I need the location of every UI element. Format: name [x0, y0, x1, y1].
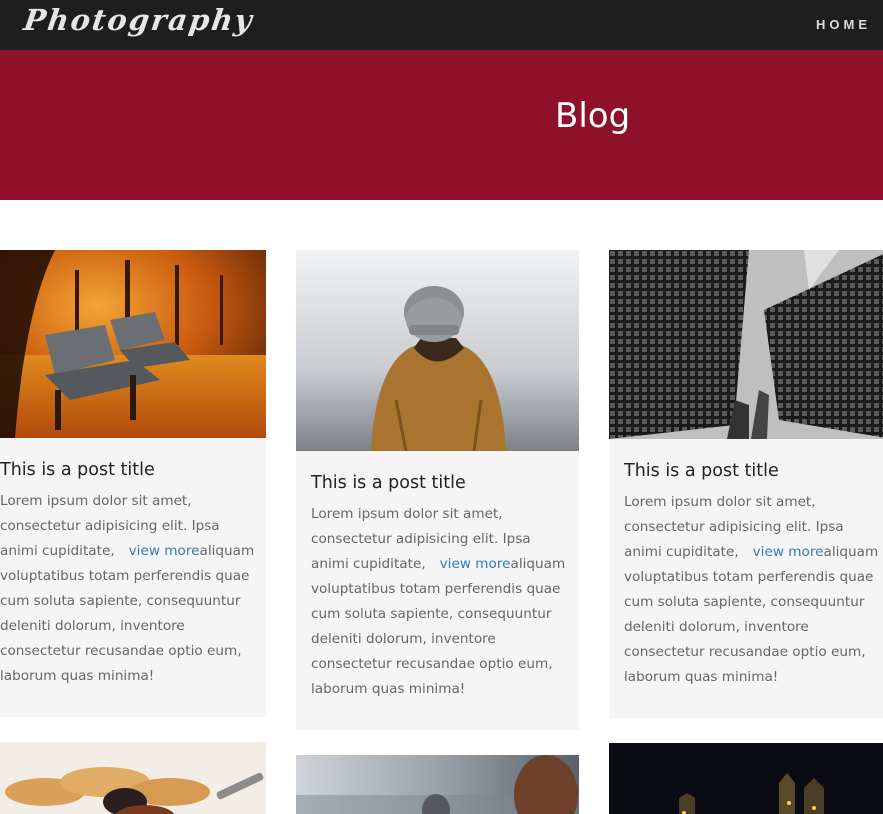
- view-more-link[interactable]: view more: [753, 544, 824, 560]
- nav-link-home[interactable]: HOME: [816, 17, 871, 32]
- excerpt-text: aliquam voluptatibus totam perferendis q…: [311, 556, 566, 697]
- excerpt-text: aliquam voluptatibus totam perferendis q…: [624, 544, 879, 685]
- blog-post-card: [609, 743, 883, 814]
- blog-post-card: [0, 742, 266, 814]
- blog-post-card: This is a post title Lorem ipsum dolor s…: [296, 250, 579, 730]
- skyscrapers-photo[interactable]: [609, 250, 883, 439]
- post-excerpt: Lorem ipsum dolor sit amet, consectetur …: [0, 489, 258, 689]
- view-more-link[interactable]: view more: [129, 543, 200, 559]
- post-title[interactable]: This is a post title: [0, 460, 258, 480]
- crackers-food-photo[interactable]: [0, 742, 266, 814]
- hero-banner: Blog: [0, 50, 883, 200]
- post-content: This is a post title Lorem ipsum dolor s…: [0, 460, 258, 689]
- post-content: This is a post title Lorem ipsum dolor s…: [311, 473, 571, 702]
- autumn-park-bench-photo[interactable]: [0, 250, 266, 438]
- airplane-cabin-photo[interactable]: [296, 755, 579, 814]
- excerpt-text: aliquam voluptatibus totam perferendis q…: [0, 543, 255, 684]
- blog-post-card: This is a post title Lorem ipsum dolor s…: [609, 250, 883, 718]
- person-in-beanie-photo[interactable]: [296, 250, 579, 451]
- view-more-link[interactable]: view more: [440, 556, 511, 572]
- blog-post-card: This is a post title Lorem ipsum dolor s…: [0, 250, 266, 717]
- post-title[interactable]: This is a post title: [311, 473, 571, 493]
- page-title: Blog: [555, 96, 631, 136]
- brand-logo[interactable]: Photography: [22, 3, 256, 37]
- post-content: This is a post title Lorem ipsum dolor s…: [624, 461, 883, 690]
- blog-post-card: [296, 755, 579, 814]
- post-excerpt: Lorem ipsum dolor sit amet, consectetur …: [624, 490, 883, 690]
- post-excerpt: Lorem ipsum dolor sit amet, consectetur …: [311, 502, 571, 702]
- night-city-photo[interactable]: [609, 743, 883, 814]
- post-title[interactable]: This is a post title: [624, 461, 883, 481]
- navbar: Photography HOME: [0, 0, 883, 50]
